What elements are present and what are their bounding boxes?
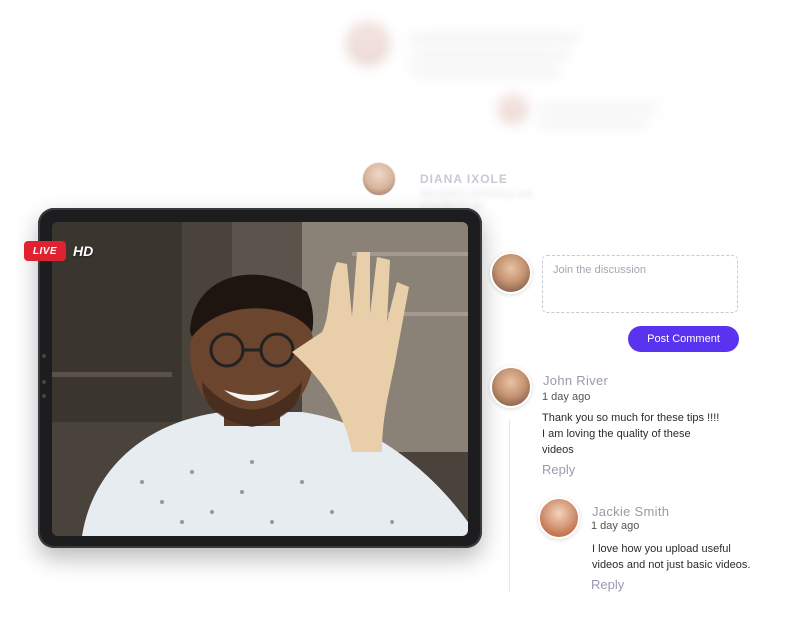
comment-text: I love how you upload useful [592, 543, 731, 555]
comment-timestamp: 1 day ago [542, 391, 591, 403]
blurred-text-line [410, 52, 570, 60]
post-comment-button[interactable]: Post Comment [628, 326, 739, 352]
comment-author: DIANA IXOLE [420, 172, 508, 186]
reply-link[interactable]: Reply [542, 462, 575, 477]
live-badge: LIVE [24, 241, 66, 261]
comment-author[interactable]: Jackie Smith [592, 504, 669, 519]
blurred-avatar [498, 94, 528, 124]
current-user-avatar [490, 252, 532, 294]
thread-connector [509, 420, 510, 592]
comment-text: Thank you so much for these tips !!!! [542, 412, 720, 424]
video-frame-illustration [52, 222, 468, 536]
video-player[interactable] [52, 222, 468, 536]
comment-text: videos and not just basic videos. [592, 559, 751, 571]
blurred-text-line [538, 120, 648, 128]
camera-dot [42, 380, 46, 384]
comment-input[interactable] [542, 255, 738, 313]
hd-badge: HD [73, 243, 94, 259]
avatar [490, 366, 532, 408]
comment-timestamp: 1 day ago [591, 520, 640, 532]
blurred-text-line [538, 104, 658, 112]
avatar [538, 497, 580, 539]
camera-dot [42, 394, 46, 398]
blurred-text-line [410, 34, 580, 43]
comment-text: videos [542, 444, 574, 456]
comment-author[interactable]: John River [543, 373, 608, 388]
avatar [362, 162, 396, 196]
blurred-text-line [410, 68, 560, 76]
comment-text: I am loving the quality of these [542, 428, 691, 440]
reply-link[interactable]: Reply [591, 577, 624, 592]
blurred-avatar [346, 22, 390, 66]
camera-dot [42, 354, 46, 358]
